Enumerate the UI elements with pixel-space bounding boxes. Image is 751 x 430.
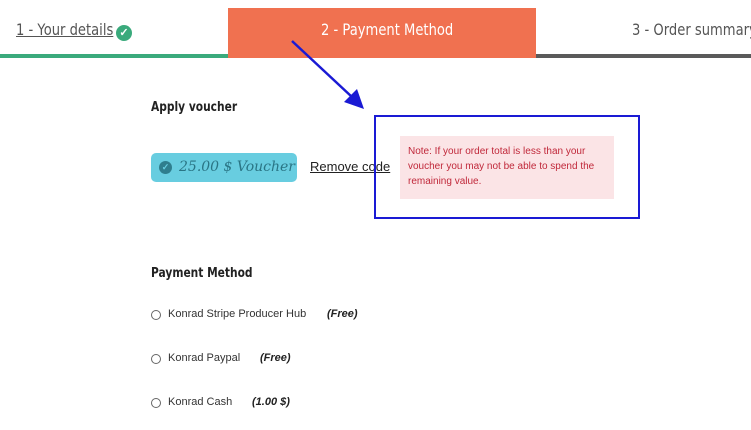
step-label: 3 - Order summary: [632, 20, 751, 39]
voucher-note: Note: If your order total is less than y…: [400, 136, 614, 199]
radio-button[interactable]: [151, 310, 161, 320]
payment-option-name: Konrad Stripe Producer Hub: [168, 308, 307, 320]
step-label: 2 - Payment Method: [321, 20, 454, 39]
apply-voucher-heading: Apply voucher: [151, 100, 238, 115]
payment-option-price: (1.00 $): [252, 396, 290, 408]
voucher-badge: ✓ 25.00 $ Voucher: [151, 153, 297, 182]
step-payment-method[interactable]: 2 - Payment Method: [228, 8, 536, 58]
voucher-label: 25.00 $ Voucher: [179, 159, 295, 175]
checkmark-icon: ✓: [159, 161, 172, 174]
step-label[interactable]: 1 - Your details: [16, 20, 113, 39]
payment-option-price: (Free): [327, 308, 358, 320]
radio-button[interactable]: [151, 398, 161, 408]
step-your-details[interactable]: 1 - Your details ✓: [0, 8, 228, 58]
checkmark-icon: ✓: [116, 25, 132, 41]
payment-option-name: Konrad Paypal: [168, 352, 241, 364]
checkout-steps: 1 - Your details ✓ 2 - Payment Method 3 …: [0, 0, 751, 58]
radio-button[interactable]: [151, 354, 161, 364]
payment-method-heading: Payment Method: [151, 266, 253, 281]
payment-option-price: (Free): [260, 352, 291, 364]
step-order-summary[interactable]: 3 - Order summary: [536, 8, 751, 58]
payment-option-name: Konrad Cash: [168, 396, 233, 408]
